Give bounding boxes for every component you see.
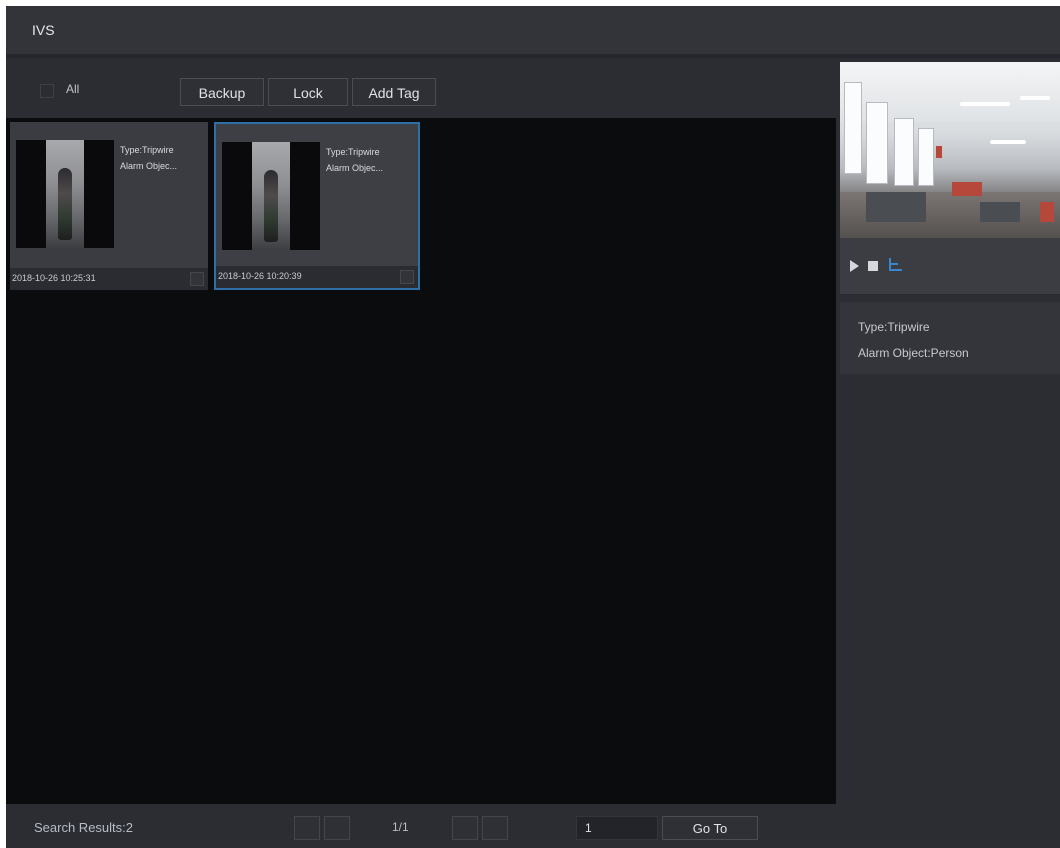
event-info: Type:Tripwire Alarm Object:Person xyxy=(840,302,1060,374)
title-bar: IVS xyxy=(6,6,1060,54)
video-preview[interactable] xyxy=(840,62,1060,238)
search-results-count: Search Results:2 xyxy=(34,820,133,835)
result-card-selected[interactable]: Type:Tripwire Alarm Objec... 2018-10-26 … xyxy=(214,122,420,290)
toolbar: All Backup Lock Add Tag xyxy=(6,58,836,118)
ivs-window: IVS All Backup Lock Add Tag Type:Tripwir… xyxy=(6,6,1060,848)
result-alarm-object: Alarm Objec... xyxy=(326,163,384,173)
result-footer: 2018-10-26 10:20:39 xyxy=(216,266,418,288)
result-timestamp: 2018-10-26 10:25:31 xyxy=(12,273,96,283)
page-number-input[interactable] xyxy=(576,816,658,840)
result-alarm-object: Alarm Objec... xyxy=(120,161,178,171)
stop-icon[interactable] xyxy=(868,261,878,271)
result-footer: 2018-10-26 10:25:31 xyxy=(10,268,208,290)
event-alarm-object: Alarm Object:Person xyxy=(858,346,969,360)
event-type: Type:Tripwire xyxy=(858,320,930,334)
preview-panel: Type:Tripwire Alarm Object:Person xyxy=(836,58,1060,804)
previous-page-button[interactable] xyxy=(324,816,350,840)
result-thumbnail[interactable] xyxy=(16,140,114,248)
rule-overlay-icon[interactable] xyxy=(886,256,906,274)
select-all-checkbox[interactable] xyxy=(40,84,54,98)
result-select-checkbox[interactable] xyxy=(190,272,204,286)
lock-button[interactable]: Lock xyxy=(268,78,348,106)
result-select-checkbox[interactable] xyxy=(400,270,414,284)
page-indicator: 1/1 xyxy=(392,820,409,834)
result-info: Type:Tripwire Alarm Objec... xyxy=(120,142,206,174)
result-type: Type:Tripwire xyxy=(120,145,174,155)
go-to-button[interactable]: Go To xyxy=(662,816,758,840)
status-bar: Search Results:2 1/1 Go To xyxy=(6,804,1060,848)
add-tag-button[interactable]: Add Tag xyxy=(352,78,436,106)
backup-button[interactable]: Backup xyxy=(180,78,264,106)
result-type: Type:Tripwire xyxy=(326,147,380,157)
first-page-button[interactable] xyxy=(294,816,320,840)
result-info: Type:Tripwire Alarm Objec... xyxy=(326,144,412,176)
results-grid: Type:Tripwire Alarm Objec... 2018-10-26 … xyxy=(6,118,836,804)
result-timestamp: 2018-10-26 10:20:39 xyxy=(218,271,302,281)
result-card[interactable]: Type:Tripwire Alarm Objec... 2018-10-26 … xyxy=(10,122,208,290)
select-all-label: All xyxy=(66,82,80,96)
play-icon[interactable] xyxy=(850,260,859,272)
window-title: IVS xyxy=(32,22,55,38)
last-page-button[interactable] xyxy=(482,816,508,840)
result-thumbnail[interactable] xyxy=(222,142,320,250)
playback-controls xyxy=(840,238,1060,294)
next-page-button[interactable] xyxy=(452,816,478,840)
